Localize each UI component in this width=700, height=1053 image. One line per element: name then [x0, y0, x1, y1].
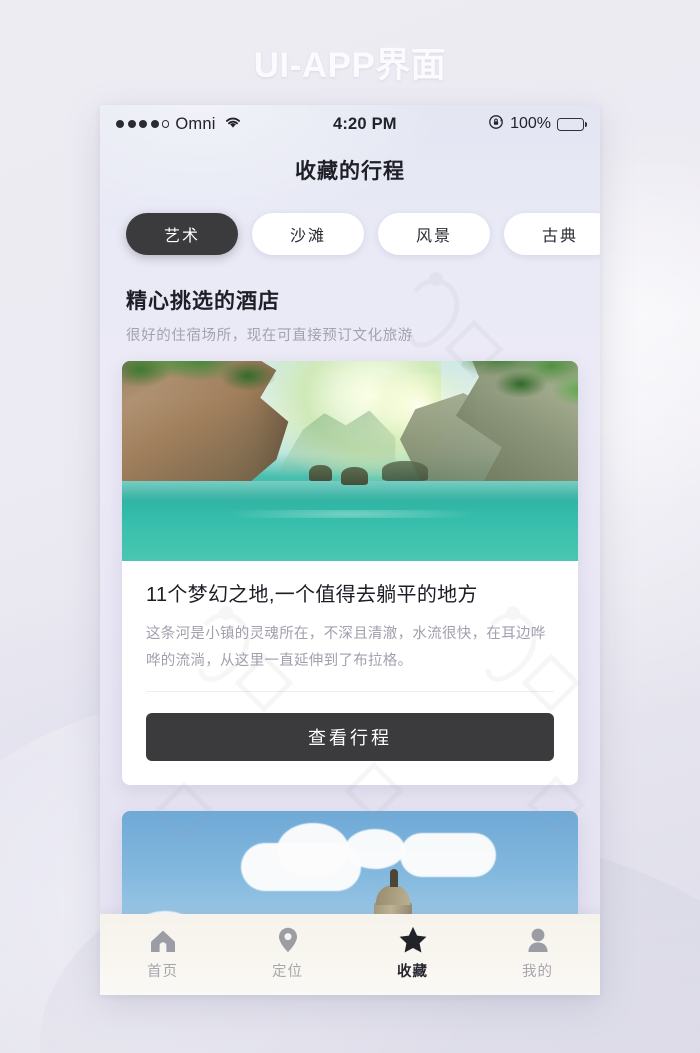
chip-scenery[interactable]: 风景: [378, 213, 490, 255]
chip-art[interactable]: 艺术: [126, 213, 238, 255]
tab-home[interactable]: 首页: [100, 927, 225, 981]
status-bar-time: 4:20 PM: [332, 114, 397, 133]
section-header: 精心挑选的酒店 很好的住宿场所，现在可直接预订文化旅游: [100, 285, 600, 345]
signal-dot-empty: [162, 120, 170, 128]
chip-beach[interactable]: 沙滩: [252, 213, 364, 255]
status-bar-left: Omni: [116, 114, 242, 134]
status-bar: Omni 4:20 PM 100%: [100, 105, 600, 143]
card-list: 11个梦幻之地,一个值得去躺平的地方 这条河是小镇的灵魂所在，不深且清澈，水流很…: [100, 361, 600, 995]
tab-location[interactable]: 定位: [225, 927, 350, 981]
location-pin-icon: [277, 927, 299, 953]
chip-label: 艺术: [163, 228, 200, 245]
view-itinerary-button[interactable]: 查看行程: [146, 712, 554, 761]
star-icon: [399, 926, 427, 953]
tab-label: 首页: [147, 964, 178, 980]
tab-label: 我的: [522, 964, 553, 980]
signal-strength-icon: [116, 120, 170, 128]
category-chip-row[interactable]: 艺术 沙滩 风景 古典: [100, 213, 600, 255]
wifi-icon: [224, 114, 242, 134]
status-bar-right: 100%: [488, 114, 587, 135]
tab-profile[interactable]: 我的: [475, 927, 600, 981]
home-icon: [150, 927, 176, 953]
tab-label: 定位: [272, 964, 303, 980]
battery-percent-label: 100%: [510, 115, 551, 132]
screen-glare: [100, 105, 600, 405]
card-body: 11个梦幻之地,一个值得去躺平的地方 这条河是小镇的灵魂所在，不深且清澈，水流很…: [122, 561, 578, 761]
chip-label: 沙滩: [289, 228, 326, 245]
poster-canvas: UI-APP界面 Omni 4:20 PM 100% 收藏的行程 艺术 沙滩 风…: [0, 0, 700, 1053]
signal-dot: [127, 120, 136, 128]
card-title: 11个梦幻之地,一个值得去躺平的地方: [146, 584, 478, 606]
battery-full-icon: [557, 117, 587, 131]
chip-classical[interactable]: 古典: [504, 213, 600, 255]
card-divider: [146, 690, 554, 692]
section-subtitle: 很好的住宿场所，现在可直接预订文化旅游: [126, 328, 413, 344]
page-title: 收藏的行程: [295, 160, 405, 183]
tab-favorites[interactable]: 收藏: [350, 926, 475, 981]
rotation-lock-icon: [488, 114, 504, 135]
signal-dot: [139, 120, 147, 128]
carrier-label: Omni: [175, 114, 216, 133]
poster-title: UI-APP界面: [253, 46, 447, 85]
bottom-tab-bar[interactable]: 首页 定位 收藏 我的: [100, 914, 600, 995]
chip-label: 风景: [415, 228, 452, 245]
chip-label: 古典: [541, 228, 578, 245]
hotel-card[interactable]: 11个梦幻之地,一个值得去躺平的地方 这条河是小镇的灵魂所在，不深且清澈，水流很…: [122, 361, 578, 785]
signal-dot: [150, 120, 159, 128]
tropical-lagoon-cliffs-photo: [122, 361, 578, 561]
card-description: 这条河是小镇的灵魂所在，不深且清澈，水流很快，在耳边哗哗的流淌，从这里一直延伸到…: [146, 626, 546, 669]
phone-mockup: Omni 4:20 PM 100% 收藏的行程 艺术 沙滩 风景 古典 精心挑选…: [100, 105, 600, 995]
tab-label: 收藏: [397, 964, 428, 980]
section-title: 精心挑选的酒店: [126, 290, 280, 313]
person-icon: [526, 927, 550, 953]
signal-dot: [116, 120, 124, 128]
